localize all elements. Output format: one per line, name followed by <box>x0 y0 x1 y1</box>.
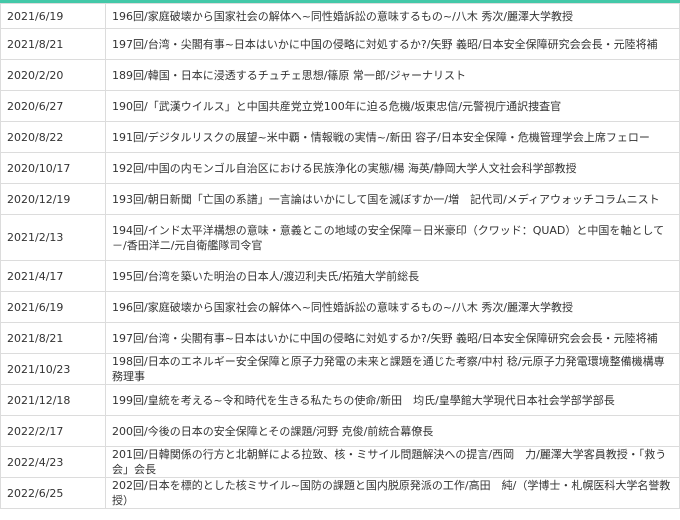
date-cell: 2022/6/25 <box>0 477 106 509</box>
lecture-title-cell: 189回/韓国・日本に浸透するチュチェ思想/篠原 常一郎/ジャーナリスト <box>105 59 680 91</box>
table-row: 2022/4/23 201回/日韓関係の行方と北朝鮮による拉致、核・ミサイル問題… <box>0 446 680 478</box>
table-row: 2021/6/19 196回/家庭破壊から国家社会の解体へ~同性婚訴訟の意味する… <box>0 291 680 323</box>
lecture-title-cell: 199回/皇統を考える~令和時代を生きる私たちの使命/新田 均氏/皇學館大学現代… <box>105 384 680 416</box>
lecture-title-cell: 197回/台湾・尖閣有事~日本はいかに中国の侵略に対処するか?/矢野 義昭/日本… <box>105 322 680 354</box>
table-row: 2022/6/25 202回/日本を標的とした核ミサイル~国防の課題と国内脱原発… <box>0 477 680 509</box>
lecture-title-cell: 202回/日本を標的とした核ミサイル~国防の課題と国内脱原発派の工作/高田 純/… <box>105 477 680 509</box>
lecture-title-cell: 200回/今後の日本の安全保障とその課題/河野 克俊/前統合幕僚長 <box>105 415 680 447</box>
lecture-title-cell: 195回/台湾を築いた明治の日本人/渡辺利夫氏/拓殖大学前総長 <box>105 260 680 292</box>
date-cell: 2021/8/21 <box>0 28 106 60</box>
lecture-title-cell: 198回/日本のエネルギー安全保障と原子力発電の未来と課題を通じた考察/中村 稔… <box>105 353 680 385</box>
date-cell: 2021/2/13 <box>0 214 106 261</box>
date-cell: 2021/12/18 <box>0 384 106 416</box>
table-row: 2021/10/23 198回/日本のエネルギー安全保障と原子力発電の未来と課題… <box>0 353 680 385</box>
lecture-title-cell: 192回/中国の内モンゴル自治区における民族浄化の実態/楊 海英/静岡大学人文社… <box>105 152 680 184</box>
date-cell: 2022/2/17 <box>0 415 106 447</box>
table-row: 2021/12/18 199回/皇統を考える~令和時代を生きる私たちの使命/新田… <box>0 384 680 416</box>
table-row: 2020/12/19 193回/朝日新聞「亡国の系譜」一言論はいかにして国を滅ぼ… <box>0 183 680 215</box>
table-row: 2020/6/27 190回/「武漢ウイルス」と中国共産党立党100年に迫る危機… <box>0 90 680 122</box>
table-row: 2022/2/17 200回/今後の日本の安全保障とその課題/河野 克俊/前統合… <box>0 415 680 447</box>
date-cell: 2021/6/19 <box>0 3 106 29</box>
table-row: 2020/2/20 189回/韓国・日本に浸透するチュチェ思想/篠原 常一郎/ジ… <box>0 59 680 91</box>
date-cell: 2020/10/17 <box>0 152 106 184</box>
lecture-title-cell: 194回/インド太平洋構想の意味・意義とこの地域の安全保障－日米豪印（クワッド：… <box>105 214 680 261</box>
lecture-title-cell: 193回/朝日新聞「亡国の系譜」一言論はいかにして国を滅ぼすか一/増 記代司/メ… <box>105 183 680 215</box>
date-cell: 2021/6/19 <box>0 291 106 323</box>
table-row: 2021/6/19 196回/家庭破壊から国家社会の解体へ~同性婚訴訟の意味する… <box>0 3 680 29</box>
lecture-title-cell: 201回/日韓関係の行方と北朝鮮による拉致、核・ミサイル問題解決への提言/西岡 … <box>105 446 680 478</box>
date-cell: 2022/4/23 <box>0 446 106 478</box>
table-row: 2021/8/21 197回/台湾・尖閣有事~日本はいかに中国の侵略に対処するか… <box>0 28 680 60</box>
table-row: 2021/8/21 197回/台湾・尖閣有事~日本はいかに中国の侵略に対処するか… <box>0 322 680 354</box>
date-cell: 2020/12/19 <box>0 183 106 215</box>
date-cell: 2021/4/17 <box>0 260 106 292</box>
date-cell: 2020/6/27 <box>0 90 106 122</box>
lecture-title-cell: 191回/デジタルリスクの展望~米中覇・情報戦の実情~/新田 容子/日本安全保障… <box>105 121 680 153</box>
lecture-title-cell: 190回/「武漢ウイルス」と中国共産党立党100年に迫る危機/坂東忠信/元警視庁… <box>105 90 680 122</box>
date-cell: 2020/8/22 <box>0 121 106 153</box>
lecture-title-cell: 197回/台湾・尖閣有事~日本はいかに中国の侵略に対処するか?/矢野 義昭/日本… <box>105 28 680 60</box>
lecture-title-cell: 196回/家庭破壊から国家社会の解体へ~同性婚訴訟の意味するもの~/八木 秀次/… <box>105 3 680 29</box>
date-cell: 2021/8/21 <box>0 322 106 354</box>
table-row: 2021/4/17 195回/台湾を築いた明治の日本人/渡辺利夫氏/拓殖大学前総… <box>0 260 680 292</box>
lecture-title-cell: 196回/家庭破壊から国家社会の解体へ~同性婚訴訟の意味するもの~/八木 秀次/… <box>105 291 680 323</box>
table-row: 2020/10/17 192回/中国の内モンゴル自治区における民族浄化の実態/楊… <box>0 152 680 184</box>
lecture-table: 2021/6/19 196回/家庭破壊から国家社会の解体へ~同性婚訴訟の意味する… <box>0 3 680 509</box>
date-cell: 2020/2/20 <box>0 59 106 91</box>
table-row: 2021/2/13 194回/インド太平洋構想の意味・意義とこの地域の安全保障－… <box>0 214 680 261</box>
date-cell: 2021/10/23 <box>0 353 106 385</box>
table-row: 2020/8/22 191回/デジタルリスクの展望~米中覇・情報戦の実情~/新田… <box>0 121 680 153</box>
